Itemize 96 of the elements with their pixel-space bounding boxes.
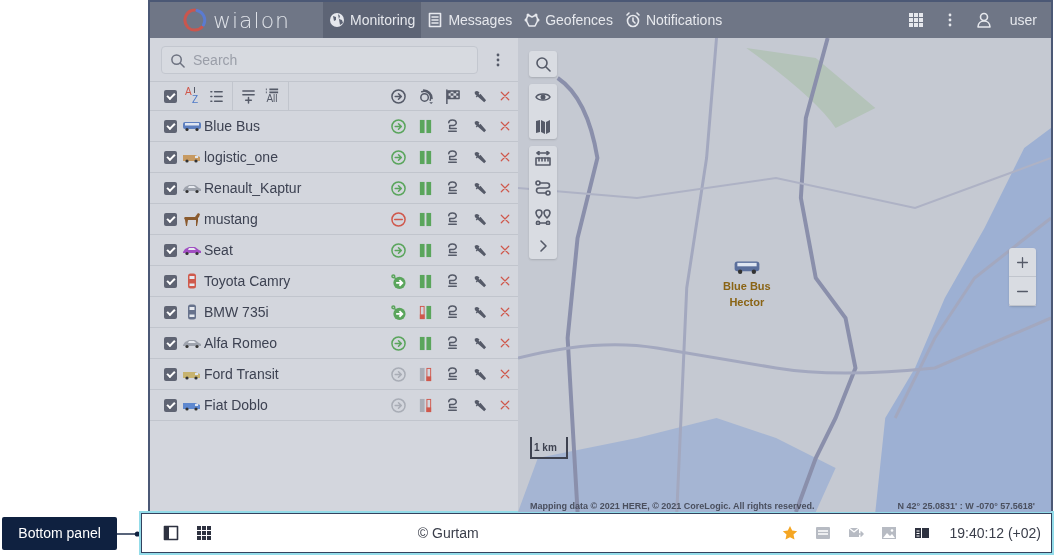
command-icon[interactable] xyxy=(445,397,460,413)
unit-name[interactable]: Ford Transit xyxy=(204,366,279,382)
copyright-text: © Gurtam xyxy=(416,525,480,541)
arrow-circle-icon[interactable] xyxy=(391,88,406,104)
command-icon[interactable] xyxy=(445,304,460,320)
unit-label: Hector xyxy=(729,295,765,310)
scale-label: 1 km xyxy=(534,441,557,453)
pins-route-icon[interactable] xyxy=(535,209,551,225)
delete-icon[interactable] xyxy=(499,244,511,256)
route-icon[interactable] xyxy=(535,180,551,196)
search-field[interactable]: Search xyxy=(161,45,478,74)
checkbox[interactable] xyxy=(164,212,177,226)
logo-icon xyxy=(182,8,207,32)
command-icon[interactable] xyxy=(445,273,460,289)
unit-name[interactable]: BMW 735i xyxy=(204,304,269,320)
wrench-icon[interactable] xyxy=(472,397,487,413)
checkbox[interactable] xyxy=(164,150,177,164)
delete-icon[interactable] xyxy=(499,90,511,102)
command-icon[interactable] xyxy=(445,335,460,351)
unit-name[interactable]: Seat xyxy=(204,242,233,258)
layout-icon[interactable] xyxy=(913,525,930,541)
delete-icon[interactable] xyxy=(499,399,511,411)
map-icon[interactable] xyxy=(535,118,551,134)
unit-name[interactable]: Blue Bus xyxy=(204,118,261,134)
checkbox[interactable] xyxy=(164,243,177,257)
delete-icon[interactable] xyxy=(499,368,511,380)
command-icon[interactable] xyxy=(445,366,460,382)
checkbox[interactable] xyxy=(164,119,177,133)
delete-icon[interactable] xyxy=(499,120,511,132)
minus-circle-icon[interactable] xyxy=(391,211,406,227)
callout-label: Bottom panel xyxy=(2,517,118,550)
add-all-button[interactable]: All xyxy=(264,88,280,104)
user-icon[interactable] xyxy=(975,12,992,28)
user-name[interactable]: user xyxy=(1009,12,1037,28)
delete-icon[interactable] xyxy=(499,213,511,225)
list-icon[interactable] xyxy=(209,88,224,104)
map-attribution: Mapping data © 2021 HERE, © 2021 CoreLogic. All rights reserved. xyxy=(530,501,815,511)
checkbox[interactable] xyxy=(164,305,177,319)
checkbox[interactable] xyxy=(164,367,177,381)
coordinates: N 42° 25.0831' : W -070° 57.5618' xyxy=(897,501,1035,511)
wrench-icon[interactable] xyxy=(472,304,487,320)
add-to-list-icon[interactable] xyxy=(241,88,256,104)
wrench-icon[interactable] xyxy=(472,366,487,382)
command-icon[interactable] xyxy=(445,180,460,196)
delete-icon[interactable] xyxy=(499,337,511,349)
globe-icon xyxy=(329,12,345,28)
delete-icon[interactable] xyxy=(499,306,511,318)
wrench-icon[interactable] xyxy=(472,211,487,227)
delete-icon[interactable] xyxy=(499,151,511,163)
logo-text: wialon xyxy=(212,7,291,33)
checkbox[interactable] xyxy=(164,181,177,195)
checkbox[interactable] xyxy=(164,89,177,103)
wrench-icon[interactable] xyxy=(472,88,487,104)
alarm-clock-icon xyxy=(624,12,641,28)
arrow-circle-icon[interactable] xyxy=(391,273,406,289)
clock-time: 19:40:12 (+02) xyxy=(949,525,1041,541)
arrow-circle-icon[interactable] xyxy=(391,304,406,320)
command-icon[interactable] xyxy=(445,149,460,165)
wrench-icon[interactable] xyxy=(472,149,487,165)
unit-name[interactable]: Renault_Kaptur xyxy=(204,180,302,196)
wrench-icon[interactable] xyxy=(472,273,487,289)
wrench-icon[interactable] xyxy=(472,118,487,134)
command-icon[interactable] xyxy=(445,211,460,227)
satellite-icon[interactable] xyxy=(418,88,433,104)
panel-toggle-icon[interactable] xyxy=(163,525,179,541)
search-icon[interactable] xyxy=(535,56,551,72)
list-icon xyxy=(265,88,279,94)
nav-tab[interactable]: Monitoring xyxy=(323,2,422,38)
nav-tab[interactable]: Geofences xyxy=(518,2,619,38)
leader-line xyxy=(117,529,141,538)
star-icon[interactable] xyxy=(781,525,798,541)
wrench-icon[interactable] xyxy=(472,335,487,351)
plus-icon xyxy=(1016,255,1029,269)
delete-icon[interactable] xyxy=(499,182,511,194)
unit-label: Blue Bus xyxy=(723,279,771,294)
delete-icon[interactable] xyxy=(499,275,511,287)
document-icon xyxy=(427,12,444,28)
unit-name[interactable]: logistic_one xyxy=(204,149,278,165)
unit-name[interactable]: Fiat Doblo xyxy=(204,397,268,413)
unit-name[interactable]: Alfa Romeo xyxy=(204,335,278,351)
checkered-flag-icon[interactable] xyxy=(445,88,460,104)
search-icon xyxy=(170,52,185,68)
nav-tab[interactable]: Messages xyxy=(421,2,519,38)
command-icon[interactable] xyxy=(445,242,460,258)
wrench-icon[interactable] xyxy=(472,180,487,196)
checkbox[interactable] xyxy=(164,398,177,412)
apps-grid-icon[interactable] xyxy=(196,525,212,541)
ruler-icon[interactable] xyxy=(535,151,551,167)
wrench-icon[interactable] xyxy=(472,242,487,258)
nav-tab[interactable]: Notifications xyxy=(618,2,729,38)
command-icon[interactable] xyxy=(445,118,460,134)
checkbox[interactable] xyxy=(164,336,177,350)
unit-name[interactable]: mustang xyxy=(204,211,258,227)
checkbox[interactable] xyxy=(164,274,177,288)
polygon-icon xyxy=(524,12,541,28)
unit-name[interactable]: Toyota Camry xyxy=(204,273,291,289)
